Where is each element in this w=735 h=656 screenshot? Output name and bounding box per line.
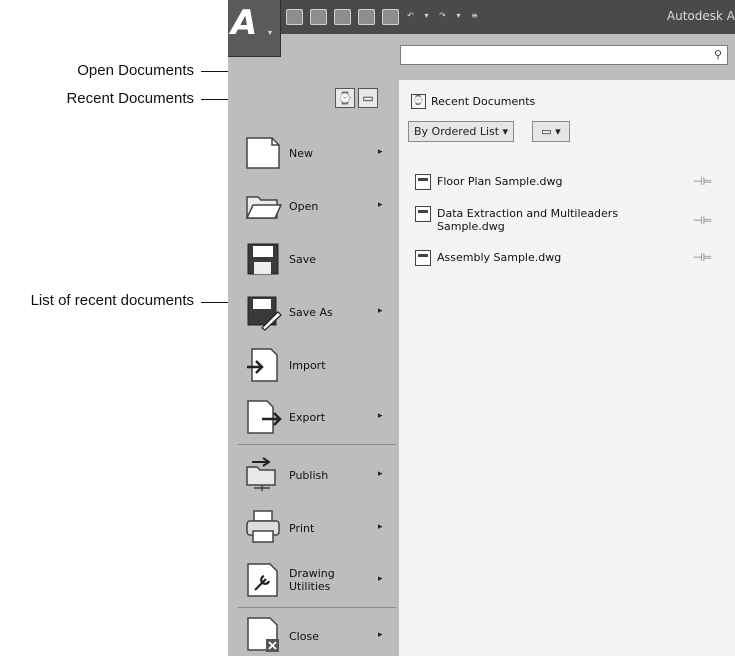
document-name: Assembly Sample.dwg (437, 251, 562, 264)
search-icon[interactable]: ⚲ (710, 47, 726, 63)
plot-icon[interactable] (382, 9, 399, 25)
chevron-right-icon: ▸ (378, 147, 383, 157)
menu-item-label: Import (289, 359, 326, 372)
document-view-toggles: ⌚ ▭ (335, 88, 378, 108)
panel-title: ⌚ Recent Documents (411, 94, 535, 109)
menu-item-label: Close (289, 630, 319, 643)
menu-item-label: Drawing Utilities (289, 567, 335, 593)
menu-item-label: Publish (289, 469, 329, 482)
document-name: Floor Plan Sample.dwg (437, 175, 563, 188)
menu-item-publish[interactable]: Publish ▸ (228, 450, 398, 500)
pin-icon[interactable]: ⊣⊨ (693, 175, 712, 188)
saveas-icon[interactable] (358, 9, 375, 25)
title-bar: ↶ ▾ ↷ ▾ ≡ Autodesk A (228, 0, 735, 34)
application-button[interactable]: A ▾ (228, 0, 281, 57)
chevron-right-icon: ▸ (378, 411, 383, 421)
save-icon (247, 243, 279, 275)
menu-item-label: Export (289, 411, 326, 424)
recent-documents-panel: ⌚ Recent Documents By Ordered List ▾ ▭ ▾… (399, 80, 735, 656)
list-item[interactable]: Data Extraction and Multileaders Sample.… (415, 206, 715, 236)
menu-separator (238, 607, 396, 608)
menu-item-close[interactable]: Close ▸ (228, 610, 398, 656)
save-as-icon (247, 296, 282, 331)
chevron-right-icon: ▸ (378, 630, 383, 640)
new-icon[interactable] (286, 9, 303, 25)
menu-item-label: New (289, 147, 313, 160)
quick-access-toolbar: ↶ ▾ ↷ ▾ ≡ (286, 9, 479, 25)
search-input[interactable]: ⚲ (400, 45, 728, 65)
menu-item-import[interactable]: Import (228, 341, 398, 391)
callout-open-documents: Open Documents (77, 62, 194, 79)
undo-icon[interactable]: ↶ (406, 9, 415, 23)
document-name: Data Extraction and Multileaders Sample.… (437, 207, 619, 233)
publish-icon (246, 457, 276, 491)
menu-item-label: Save As (289, 306, 333, 319)
open-icon[interactable] (310, 9, 327, 25)
chevron-right-icon: ▸ (378, 522, 383, 532)
sort-dropdown[interactable]: By Ordered List ▾ (408, 121, 515, 142)
menu-item-label: Save (289, 253, 317, 266)
menu-item-save-as[interactable]: Save As ▸ (228, 288, 398, 338)
dwg-file-icon (415, 206, 431, 222)
menu-item-export[interactable]: Export ▸ (228, 393, 398, 443)
chevron-down-icon: ▾ (268, 28, 273, 37)
recent-documents-toggle[interactable]: ⌚ (335, 88, 355, 108)
chevron-right-icon: ▸ (378, 200, 383, 210)
undo-dropdown-icon[interactable]: ▾ (422, 9, 431, 23)
application-menu-window: ↶ ▾ ↷ ▾ ≡ Autodesk A A ▾ ⚲ ⌚ ▭ New ▸ Ope… (228, 0, 735, 656)
chevron-right-icon: ▸ (378, 306, 383, 316)
pin-icon[interactable]: ⊣⊨ (693, 214, 712, 227)
save-icon[interactable] (334, 9, 351, 25)
customize-icon[interactable]: ≡ (470, 9, 479, 23)
pin-icon[interactable]: ⊣⊨ (693, 251, 712, 264)
recent-docs-icon: ⌚ (411, 94, 426, 109)
print-icon (246, 510, 280, 543)
export-icon (247, 400, 282, 434)
menu-item-new[interactable]: New ▸ (228, 129, 398, 179)
menu-item-drawing-utilities[interactable]: Drawing Utilities ▸ (228, 556, 398, 606)
close-document-icon (247, 617, 279, 652)
drawing-utilities-icon (247, 563, 278, 597)
menu-separator (238, 444, 396, 445)
panel-title-text: Recent Documents (431, 95, 536, 108)
menu-item-print[interactable]: Print ▸ (228, 503, 398, 553)
import-icon (247, 348, 278, 382)
dwg-file-icon (415, 250, 431, 266)
callout-recent-documents: Recent Documents (66, 90, 194, 107)
dwg-file-icon (415, 174, 431, 190)
list-item[interactable]: Assembly Sample.dwg ⊣⊨ (415, 250, 715, 270)
new-document-icon (246, 137, 280, 169)
redo-icon[interactable]: ↷ (438, 9, 447, 23)
autocad-logo-icon: A (231, 3, 258, 43)
open-documents-toggle[interactable]: ▭ (358, 88, 378, 108)
chevron-right-icon: ▸ (378, 469, 383, 479)
redo-dropdown-icon[interactable]: ▾ (454, 9, 463, 23)
menu-item-label: Print (289, 522, 315, 535)
menu-item-label: Open (289, 200, 319, 213)
chevron-right-icon: ▸ (378, 574, 383, 584)
open-folder-icon (245, 196, 282, 219)
menu-item-save[interactable]: Save (228, 235, 398, 285)
menu-item-open[interactable]: Open ▸ (228, 182, 398, 232)
callout-list-of-recent: List of recent documents (30, 292, 194, 309)
view-dropdown[interactable]: ▭ ▾ (532, 121, 570, 142)
list-item[interactable]: Floor Plan Sample.dwg ⊣⊨ (415, 174, 715, 194)
window-title: Autodesk A (666, 9, 735, 23)
